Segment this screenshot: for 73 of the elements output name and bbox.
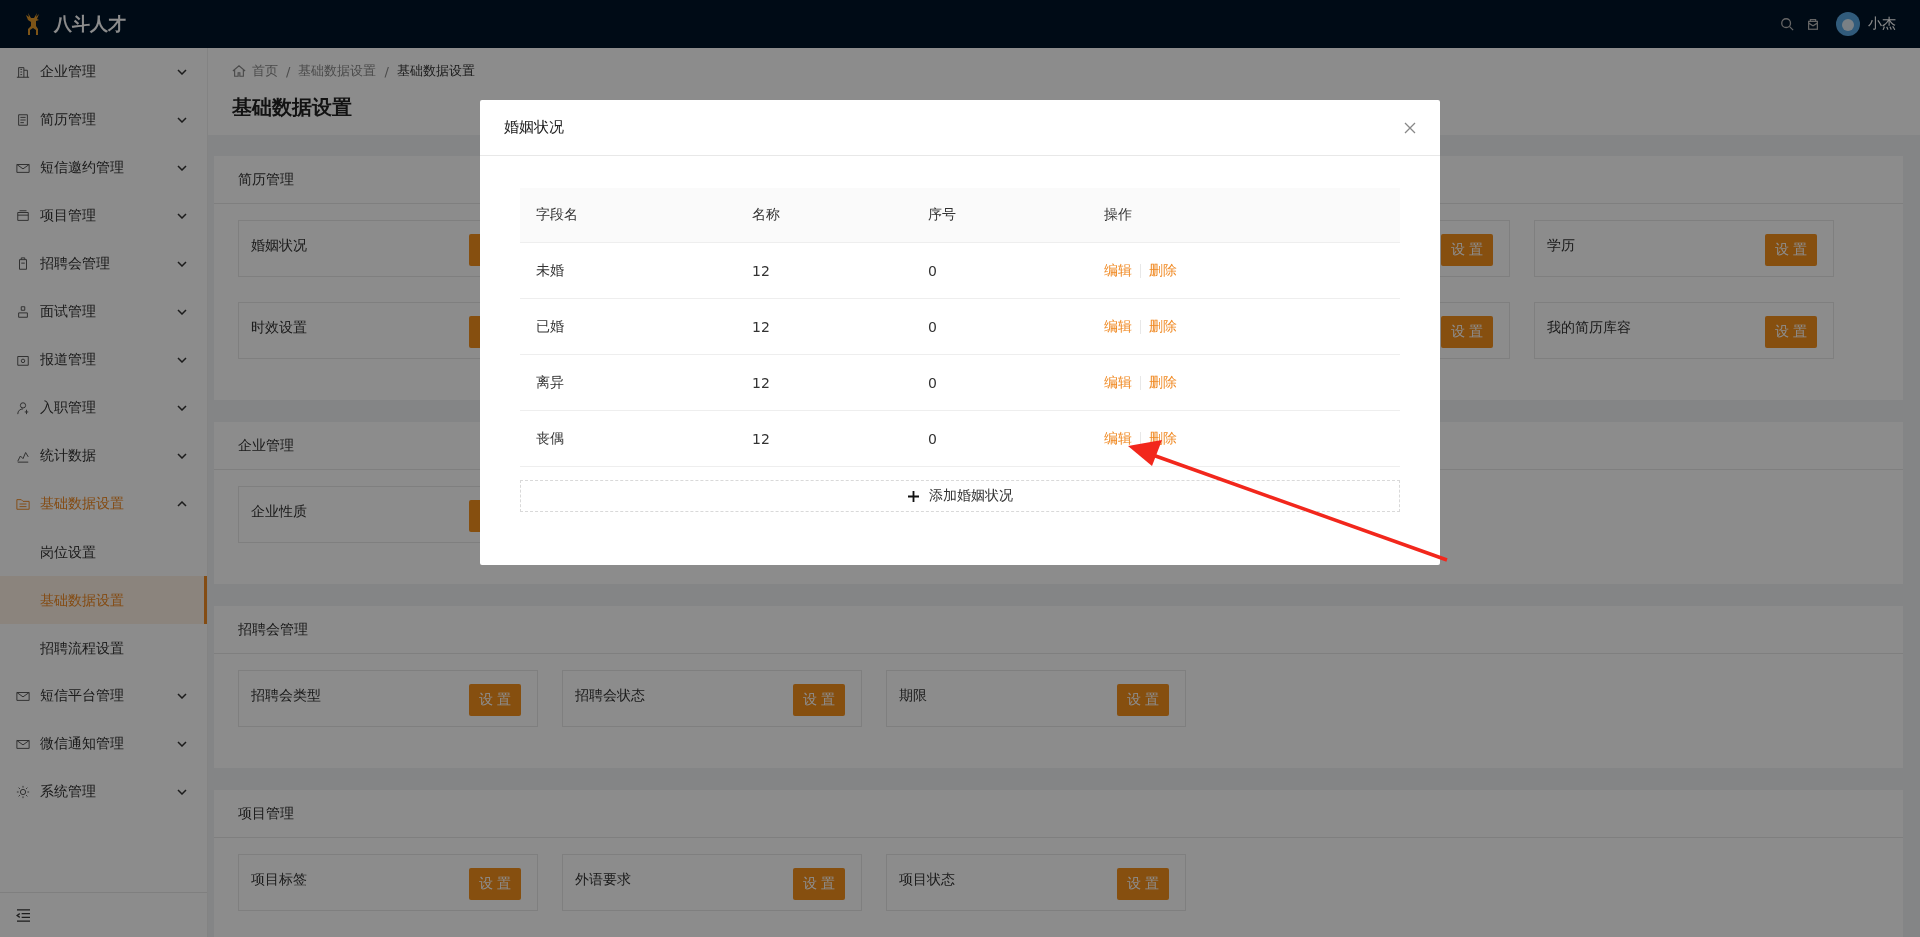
user-name[interactable]: 小杰 (1868, 15, 1896, 33)
setting-label: 项目状态 (899, 871, 955, 889)
table-cell-text: 已婚 (536, 317, 565, 336)
table-cell-text: 0 (928, 318, 938, 335)
table-cell-text: 12 (752, 430, 771, 447)
setting-label: 我的简历库容 (1547, 319, 1631, 337)
action-link[interactable]: 删除 (1149, 373, 1177, 392)
sidebar-item[interactable]: 入职管理 (0, 384, 207, 432)
breadcrumb-separator: / (384, 63, 389, 79)
settings-button[interactable]: 设置 (1765, 316, 1817, 348)
settings-button[interactable]: 设置 (1765, 234, 1817, 266)
setting-label: 外语要求 (575, 871, 631, 889)
sidebar-item[interactable]: 招聘会管理 (0, 240, 207, 288)
settings-button[interactable]: 设置 (1117, 868, 1169, 900)
table-cell-text: 丧偶 (536, 429, 565, 448)
setting-label: 期限 (899, 687, 927, 705)
settings-button[interactable]: 设置 (1117, 684, 1169, 716)
breadcrumb-link[interactable]: 首页 (252, 62, 278, 80)
action-link[interactable]: 删除 (1149, 261, 1177, 280)
action-link[interactable]: 编辑 (1104, 429, 1132, 448)
sidebar-item[interactable]: 报道管理 (0, 336, 207, 384)
setting-label: 学历 (1547, 237, 1575, 255)
setting-label: 招聘会状态 (575, 687, 645, 705)
column-header: 字段名 (536, 206, 579, 224)
sidebar-item[interactable]: 短信平台管理 (0, 672, 207, 720)
settings-button[interactable]: 设置 (793, 684, 845, 716)
add-button[interactable]: 添加婚姻状况 (520, 480, 1400, 512)
table-cell-text: 0 (928, 262, 938, 279)
sidebar-subitem[interactable]: 招聘流程设置 (0, 624, 207, 672)
setting-label: 项目标签 (251, 871, 307, 889)
column-header: 操作 (1104, 206, 1133, 224)
modal-title: 婚姻状况 (504, 118, 564, 137)
settings-button[interactable]: 设置 (1441, 316, 1493, 348)
sidebar-item[interactable]: 统计数据 (0, 432, 207, 480)
page-title: 基础数据设置 (232, 94, 353, 121)
sidebar-item[interactable]: 微信通知管理 (0, 720, 207, 768)
sidebar-item[interactable]: 项目管理 (0, 192, 207, 240)
settings-button[interactable]: 设置 (793, 868, 845, 900)
breadcrumb-separator: / (286, 63, 291, 79)
sidebar-item[interactable]: 面试管理 (0, 288, 207, 336)
breadcrumb-link[interactable]: 基础数据设置 (298, 62, 377, 80)
sidebar-subitem[interactable]: 基础数据设置 (0, 576, 207, 624)
section-title: 招聘会管理 (238, 620, 308, 639)
sidebar-item[interactable]: 系统管理 (0, 768, 207, 816)
action-link[interactable]: 删除 (1149, 317, 1177, 336)
setting-label: 婚姻状况 (251, 237, 307, 255)
table-cell-text: 离异 (536, 373, 565, 392)
sidebar-subitem[interactable]: 岗位设置 (0, 528, 207, 576)
table-cell-text: 未婚 (536, 261, 565, 280)
column-header: 序号 (928, 206, 957, 224)
settings-button[interactable]: 设置 (469, 868, 521, 900)
settings-button[interactable]: 设置 (469, 684, 521, 716)
brand-name: 八斗人才 (54, 12, 126, 36)
setting-label: 时效设置 (251, 319, 307, 337)
section-title: 企业管理 (238, 436, 294, 455)
action-link[interactable]: 编辑 (1104, 317, 1132, 336)
column-header: 名称 (752, 206, 781, 224)
settings-button[interactable]: 设置 (1441, 234, 1493, 266)
table-cell-text: 12 (752, 374, 771, 391)
setting-label: 企业性质 (251, 503, 307, 521)
sidebar-item[interactable]: 短信邀约管理 (0, 144, 207, 192)
sidebar-item[interactable]: 企业管理 (0, 48, 207, 96)
table-cell-text: 12 (752, 262, 771, 279)
setting-label: 招聘会类型 (251, 687, 321, 705)
action-link[interactable]: 编辑 (1104, 373, 1132, 392)
section-title: 简历管理 (238, 170, 294, 189)
table-cell-text: 12 (752, 318, 771, 335)
table-cell-text: 0 (928, 374, 938, 391)
sidebar-item[interactable]: 简历管理 (0, 96, 207, 144)
sidebar-item[interactable]: 基础数据设置 (0, 480, 207, 528)
action-link[interactable]: 编辑 (1104, 261, 1132, 280)
table-cell-text: 0 (928, 430, 938, 447)
section-title: 项目管理 (238, 804, 294, 823)
